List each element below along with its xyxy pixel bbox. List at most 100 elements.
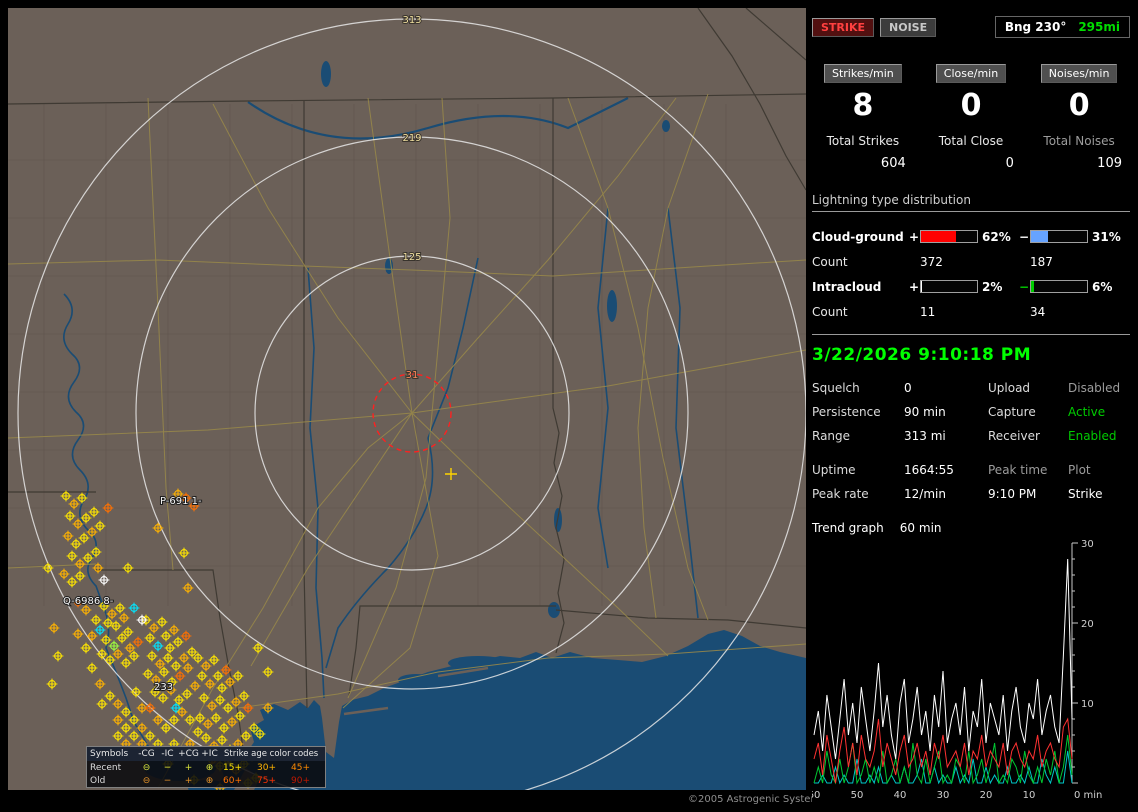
capture-status: Active (1068, 405, 1106, 419)
legend-row-old: Old ⊖ − + ⊕ 60+ 75+ 90+ (87, 774, 325, 787)
ic-negative-count: 34 (1030, 304, 1046, 319)
distribution-heading: Lightning type distribution (812, 193, 1130, 212)
plot-mode-controls: STRIKE NOISE Bng 230° 295mi (812, 16, 1130, 38)
age-75: 75+ (257, 775, 276, 786)
receiver-label: Receiver (988, 429, 1040, 443)
svg-text:10: 10 (1081, 699, 1094, 710)
rate-stats: Strikes/min 8 Total Strikes 604 Close/mi… (812, 62, 1130, 171)
range-value: 313 mi (904, 429, 946, 443)
map-canvas: 313 219 125 31 P-691 1- Q-6986 8- 233 (8, 8, 806, 790)
svg-text:233: 233 (154, 682, 173, 693)
minus-cg-icon: ⊖ (142, 775, 151, 786)
legend-col-pic: +IC (201, 749, 218, 759)
upload-status: Disabled (1068, 381, 1121, 395)
total-strikes-label: Total Strikes (826, 134, 900, 148)
total-noises-label: Total Noises (1043, 134, 1115, 148)
nexstorm-window: 313 219 125 31 P-691 1- Q-6986 8- 233 Symbols… (0, 0, 1138, 812)
svg-text:125: 125 (402, 252, 421, 263)
count-label: Count (812, 254, 848, 269)
svg-text:50: 50 (851, 790, 864, 801)
squelch-value: 0 (904, 381, 912, 395)
range-label: Range (812, 429, 851, 443)
bearing-value: Bng 230° (1004, 20, 1067, 34)
current-timestamp: 3/22/2026 9:10:18 PM (812, 345, 1032, 365)
svg-text:20: 20 (980, 790, 993, 801)
svg-text:313: 313 (402, 15, 421, 26)
peak-rate-label: Peak rate (812, 487, 869, 501)
trend-graph-header: Trend graph 60 min (812, 521, 1130, 535)
bearing-distance: 295mi (1078, 20, 1120, 34)
svg-text:Q-6986 8-: Q-6986 8- (63, 596, 114, 607)
total-close-value: 0 (1005, 156, 1014, 171)
ic-positive-count: 11 (920, 304, 936, 319)
cloud-ground-label: Cloud-ground (812, 229, 904, 244)
intracloud-count-row: Count 11 34 (812, 299, 1130, 324)
cg-positive-count: 372 (920, 254, 943, 269)
noises-stat: Noises/min 0 Total Noises 109 (1028, 62, 1130, 171)
ic-negative-pct: 6% (1092, 279, 1113, 294)
copyright: ©2005 Astrogenic Systems (688, 794, 826, 805)
close-per-min-chip: Close/min (935, 64, 1007, 83)
receiver-settings-grid: Squelch 0 Upload Disabled Persistence 90… (812, 381, 1130, 443)
upload-label: Upload (988, 381, 1031, 395)
uptime-label: Uptime (812, 463, 856, 477)
cg-negative-count: 187 (1030, 254, 1053, 269)
plot-label: Plot (1068, 463, 1091, 477)
noises-rate: 0 (1068, 88, 1090, 123)
total-close-label: Total Close (938, 134, 1004, 148)
cg-positive-bar (920, 230, 978, 243)
svg-text:10: 10 (1023, 790, 1036, 801)
plot-mode-value: Strike (1068, 487, 1103, 501)
legend-old-label: Old (90, 775, 106, 786)
lightning-map[interactable]: 313 219 125 31 P-691 1- Q-6986 8- 233 Symbols… (8, 8, 806, 790)
persistence-value: 90 min (904, 405, 946, 419)
legend-col-ncg: -CG (138, 749, 155, 759)
strike-button[interactable]: STRIKE (812, 17, 875, 37)
uptime-value: 1664:55 (904, 463, 954, 477)
plus-sign: + (908, 229, 920, 244)
cg-negative-bar (1030, 230, 1088, 243)
legend-header: Symbols -CG -IC +CG +IC Strike age color… (87, 747, 325, 761)
svg-text:P-691 1-: P-691 1- (160, 496, 202, 507)
intracloud-row: Intracloud + 2% − 6% (812, 274, 1130, 299)
total-strikes-value: 604 (880, 156, 906, 171)
plus-sign: + (908, 279, 920, 294)
map-legend: Symbols -CG -IC +CG +IC Strike age color… (86, 746, 326, 788)
svg-text:60: 60 (812, 790, 820, 801)
legend-row-recent: Recent ⊖ − + ⊕ 15+ 30+ 45+ (87, 761, 325, 774)
strikes-per-min-chip: Strikes/min (823, 64, 902, 83)
trend-graph-canvas: 10 20 30 60 50 40 30 20 10 0 min (808, 539, 1103, 801)
total-noises-value: 109 (1097, 156, 1122, 171)
cg-positive-pct: 62% (982, 229, 1011, 244)
age-45: 45+ (291, 762, 310, 773)
minus-ic-icon: − (163, 762, 172, 773)
close-rate: 0 (960, 88, 982, 123)
uptime-info-grid: Uptime 1664:55 Peak time Plot Peak rate … (812, 463, 1130, 501)
close-stat: Close/min 0 Total Close 0 (920, 62, 1022, 171)
intracloud-label: Intracloud (812, 279, 882, 294)
age-90: 90+ (291, 775, 310, 786)
legend-recent-label: Recent (90, 762, 122, 773)
ic-negative-bar (1030, 280, 1088, 293)
plus-ic-icon: ⊕ (205, 762, 214, 773)
persistence-label: Persistence (812, 405, 881, 419)
count-label: Count (812, 304, 848, 319)
noise-button[interactable]: NOISE (880, 17, 937, 37)
cloud-ground-row: Cloud-ground + 62% − 31% (812, 224, 1130, 249)
ic-positive-bar (920, 280, 978, 293)
minus-ic-icon: − (163, 775, 172, 786)
peak-time-label: Peak time (988, 463, 1048, 477)
svg-text:20: 20 (1081, 619, 1094, 630)
svg-text:219: 219 (402, 133, 421, 144)
plus-cg-icon: + (184, 762, 193, 773)
age-15: 15+ (223, 762, 242, 773)
svg-text:31: 31 (406, 370, 419, 381)
svg-text:30: 30 (937, 790, 950, 801)
plus-cg-icon: + (184, 775, 193, 786)
trend-window-value: 60 min (899, 521, 942, 535)
age-60: 60+ (223, 775, 242, 786)
bearing-readout: Bng 230° 295mi (994, 16, 1130, 38)
strikes-rate: 8 (852, 88, 874, 123)
svg-text:30: 30 (1081, 539, 1094, 550)
separator (812, 334, 1130, 335)
